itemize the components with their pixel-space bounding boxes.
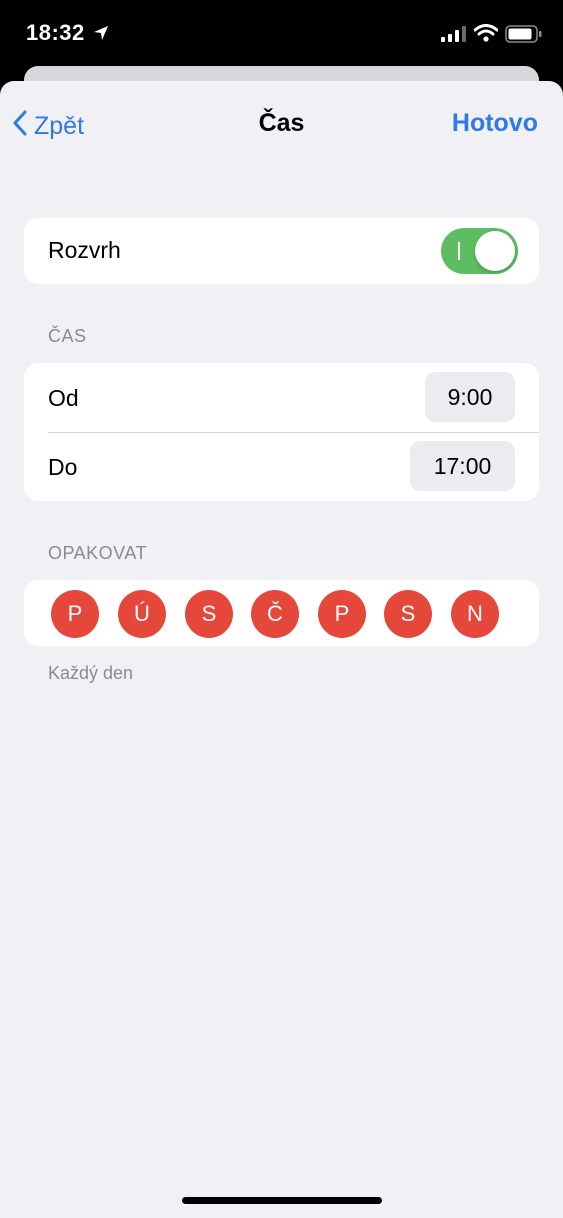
day-wednesday-button[interactable]: S: [185, 590, 233, 638]
day-friday-button[interactable]: P: [318, 590, 366, 638]
back-label: Zpět: [34, 112, 85, 140]
toggle-on-mark: [458, 242, 460, 260]
home-indicator: [182, 1197, 382, 1204]
day-sunday-button[interactable]: N: [451, 590, 499, 638]
wifi-icon: [473, 24, 499, 47]
day-thursday-button[interactable]: Č: [251, 590, 299, 638]
schedule-label: Rozvrh: [48, 237, 121, 263]
schedule-group: Rozvrh: [24, 218, 539, 284]
back-button[interactable]: Zpět: [12, 109, 84, 144]
repeat-section-header: OPAKOVAT: [48, 543, 148, 563]
location-arrow-icon: [92, 24, 110, 47]
to-time-picker[interactable]: 17:00: [410, 441, 515, 491]
time-section-header: ČAS: [48, 326, 87, 346]
time-group: Od 9:00 Do 17:00: [24, 363, 539, 501]
to-label: Do: [48, 454, 78, 480]
day-saturday-button[interactable]: S: [384, 590, 432, 638]
status-bar: 18:32: [0, 0, 563, 68]
day-monday-button[interactable]: P: [51, 590, 99, 638]
toggle-knob: [475, 231, 515, 271]
cellular-signal-icon: [441, 26, 467, 47]
from-time-picker[interactable]: 9:00: [425, 372, 515, 422]
repeat-days-group: P Ú S Č P S N: [24, 580, 539, 646]
from-label: Od: [48, 385, 79, 411]
status-time: 18:32: [26, 20, 85, 45]
repeat-footer-note: Každý den: [48, 663, 134, 683]
row-divider: [48, 432, 539, 433]
schedule-toggle[interactable]: [441, 228, 518, 274]
chevron-left-icon: [12, 109, 28, 144]
done-button[interactable]: Hotovo: [452, 109, 538, 138]
day-tuesday-button[interactable]: Ú: [118, 590, 166, 638]
battery-icon: [505, 25, 543, 48]
modal-sheet: Zpět Čas Hotovo Rozvrh ČAS Od 9:00 Do 17…: [0, 81, 563, 1218]
